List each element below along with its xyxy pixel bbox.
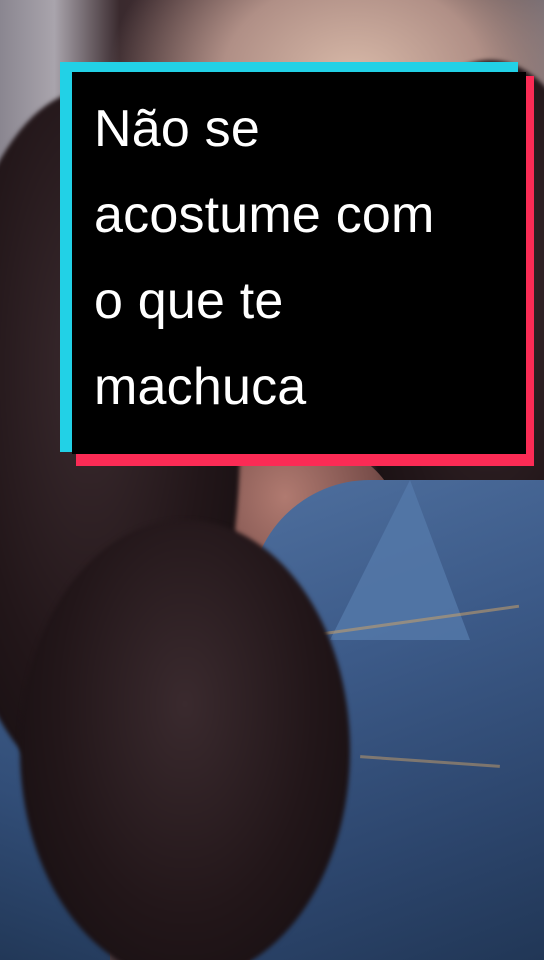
caption-text: Não se acostume com o que te machuca: [94, 100, 435, 416]
caption-card: Não se acostume com o que te machuca: [60, 62, 534, 466]
hair-bottom: [20, 520, 350, 960]
caption-box: Não se acostume com o que te machuca: [72, 72, 526, 454]
video-frame: Não se acostume com o que te machuca: [0, 0, 544, 960]
